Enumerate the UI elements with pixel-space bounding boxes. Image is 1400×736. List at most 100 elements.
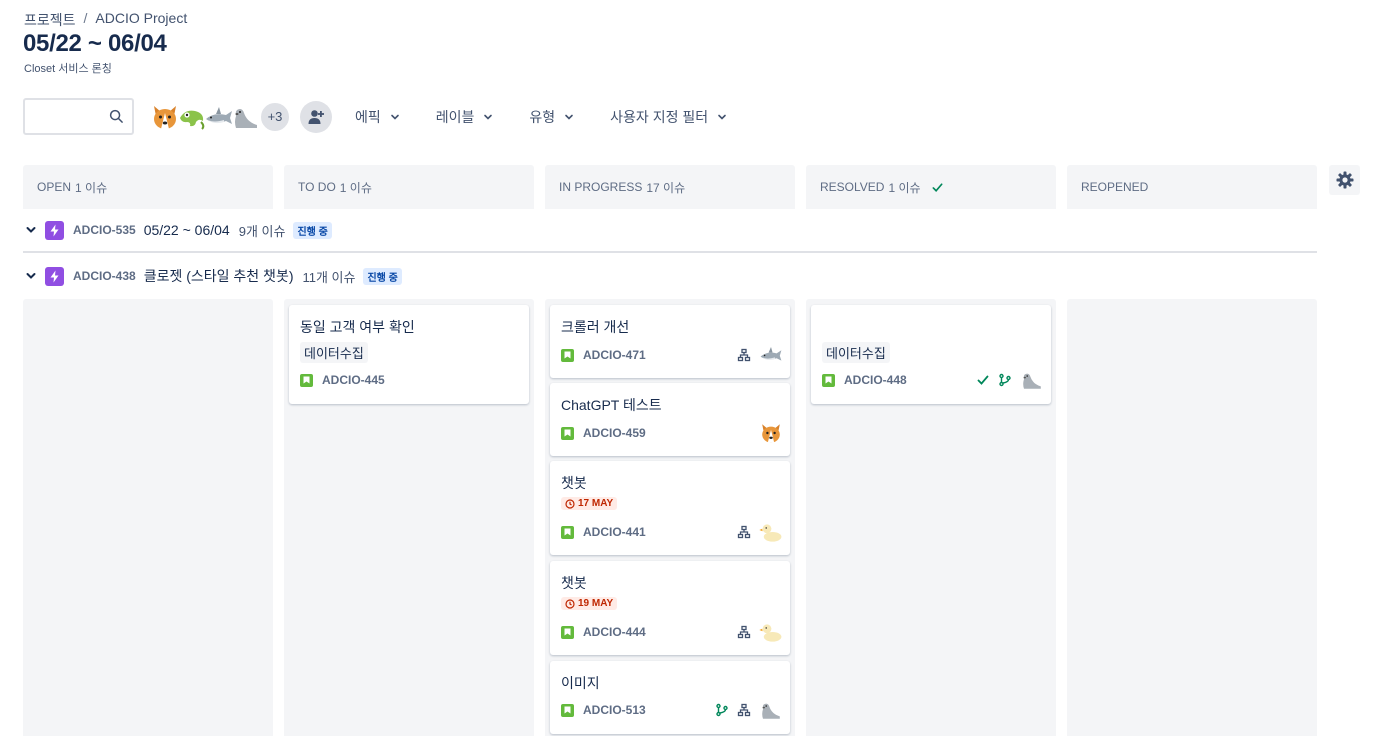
check-icon [932, 182, 943, 192]
chevron-down-icon [390, 114, 399, 120]
epic-icon [45, 220, 64, 240]
story-icon [822, 373, 835, 387]
issue-summary: ChatGPT 테스트 [561, 397, 662, 413]
issue-summary: 이미지 [561, 675, 600, 691]
due-date: 17 MAY [578, 498, 614, 509]
issue-summary: 챗봇 [561, 475, 587, 491]
column-count: 1 이슈 [75, 180, 108, 195]
column-name: IN PROGRESS [559, 180, 643, 194]
issue-summary: 크롤러 개선 [561, 319, 630, 335]
page-title: 05/22 ~ 06/04 [23, 30, 167, 57]
duck-avatar[interactable] [759, 520, 783, 544]
column-header-resolved[interactable]: RESOLVED 1 이슈 [806, 165, 1056, 209]
issue-card[interactable]: 동일 고객 여부 확인 데이터수집 ADCIO-445 [289, 305, 529, 404]
clock-icon [565, 498, 575, 509]
epic-filter-label: 에픽 [355, 108, 381, 125]
search-box[interactable] [23, 98, 134, 135]
issue-key[interactable]: ADCIO-441 [583, 525, 646, 539]
swimlane-adcio-535[interactable]: ADCIO-535 05/22 ~ 06/04 9개 이슈 진행 중 [23, 215, 1317, 245]
story-icon [561, 625, 574, 639]
page-subtitle: Closet 서비스 론칭 [24, 63, 112, 75]
subtask-icon [737, 703, 751, 717]
breadcrumb: 프로젝트 / ADCIO Project [24, 10, 187, 30]
issue-key[interactable]: ADCIO-459 [583, 426, 646, 440]
due-date-badge: 19 MAY [561, 597, 618, 610]
assignee-avatars: +3 [149, 100, 291, 133]
shark-avatar[interactable] [759, 343, 783, 367]
issue-card[interactable]: 챗봇 19 MAY ADCIO-444 [550, 561, 790, 655]
column-count: 1 이슈 [339, 180, 372, 195]
issue-card[interactable]: 크롤러 개선 ADCIO-471 [550, 305, 790, 378]
issue-key[interactable]: ADCIO-471 [583, 348, 646, 362]
issue-card[interactable]: 챗봇 17 MAY ADCIO-441 [550, 461, 790, 555]
swimlane-adcio-438[interactable]: ADCIO-438 클로젯 (스타일 추천 챗봇) 11개 이슈 진행 중 [23, 261, 1317, 291]
issue-key[interactable]: ADCIO-444 [583, 625, 646, 639]
column-header-in-progress[interactable]: IN PROGRESS 17 이슈 [545, 165, 795, 209]
corgi-avatar[interactable] [759, 421, 783, 445]
branch-icon [716, 703, 728, 717]
story-icon [561, 525, 574, 539]
subtask-icon [737, 525, 751, 539]
story-icon [561, 348, 574, 362]
issue-key[interactable]: ADCIO-513 [583, 703, 646, 717]
chevron-down-icon [565, 114, 573, 120]
card-footer: ADCIO-444 [561, 622, 783, 642]
column-count: 17 이슈 [646, 180, 686, 195]
card-footer: ADCIO-445 [300, 370, 522, 390]
branch-icon [999, 373, 1011, 387]
column-header-reopened[interactable]: REOPENED [1067, 165, 1317, 209]
seal-avatar[interactable] [1020, 368, 1044, 392]
subtask-icon [737, 625, 751, 639]
card-footer: ADCIO-471 [561, 345, 783, 365]
epic-key[interactable]: ADCIO-438 [73, 269, 136, 283]
issue-key[interactable]: ADCIO-448 [844, 373, 907, 387]
chevron-down-icon [718, 114, 726, 120]
epic-icon [45, 266, 64, 286]
custom-filter[interactable]: 사용자 지정 필터 [610, 101, 727, 133]
issue-card[interactable]: 데이터수집 ADCIO-448 [811, 305, 1051, 404]
type-filter[interactable]: 유형 [529, 101, 574, 133]
type-filter-label: 유형 [529, 108, 556, 125]
board-settings-button[interactable] [1329, 165, 1360, 195]
more-assignees[interactable]: +3 [259, 100, 291, 133]
due-date-badge: 17 MAY [561, 497, 618, 510]
lane-divider [23, 251, 1317, 253]
epic-issue-count: 11개 이슈 [302, 269, 356, 285]
subtask-icon [737, 348, 751, 362]
label-filter[interactable]: 레이블 [436, 101, 494, 133]
add-person-button[interactable] [300, 100, 332, 133]
chevron-down-icon[interactable] [25, 224, 37, 236]
issue-card[interactable]: ChatGPT 테스트 ADCIO-459 [550, 383, 790, 456]
issue-key[interactable]: ADCIO-445 [322, 373, 385, 387]
status-badge: 진행 중 [293, 221, 332, 239]
search-icon [109, 109, 123, 123]
check-icon [977, 375, 989, 385]
seal-avatar[interactable] [759, 698, 783, 722]
epic-key[interactable]: ADCIO-535 [73, 223, 136, 237]
seal-avatar[interactable] [230, 101, 262, 133]
epic-filter[interactable]: 에픽 [355, 101, 400, 133]
issue-summary: 챗봇 [561, 575, 587, 591]
breadcrumb-projects-link[interactable]: 프로젝트 [24, 10, 76, 30]
issue-card[interactable]: 이미지 ADCIO-513 [550, 661, 790, 734]
breadcrumb-separator: / [83, 10, 88, 26]
column-name: TO DO [298, 180, 336, 194]
due-date: 19 MAY [578, 598, 614, 609]
column-header-open[interactable]: OPEN 1 이슈 [23, 165, 273, 209]
issue-label: 데이터수집 [300, 342, 368, 363]
column-reopened [1067, 299, 1317, 736]
card-footer: ADCIO-459 [561, 423, 783, 443]
duck-avatar[interactable] [759, 620, 783, 644]
epic-issue-count: 9개 이슈 [238, 223, 286, 239]
chevron-down-icon[interactable] [25, 270, 37, 282]
breadcrumb-current-project[interactable]: ADCIO Project [95, 10, 187, 30]
story-icon [300, 373, 313, 387]
column-header-todo[interactable]: TO DO 1 이슈 [284, 165, 534, 209]
search-input[interactable] [25, 100, 105, 133]
card-footer: ADCIO-448 [822, 370, 1044, 390]
add-person-icon [308, 109, 324, 124]
board-toolbar: +3 에픽 레이블 유형 사용자 지정 필터 [23, 98, 727, 135]
column-open [23, 299, 273, 736]
story-icon [561, 703, 574, 717]
epic-name: 클로젯 (스타일 추천 챗봇) [143, 268, 294, 284]
